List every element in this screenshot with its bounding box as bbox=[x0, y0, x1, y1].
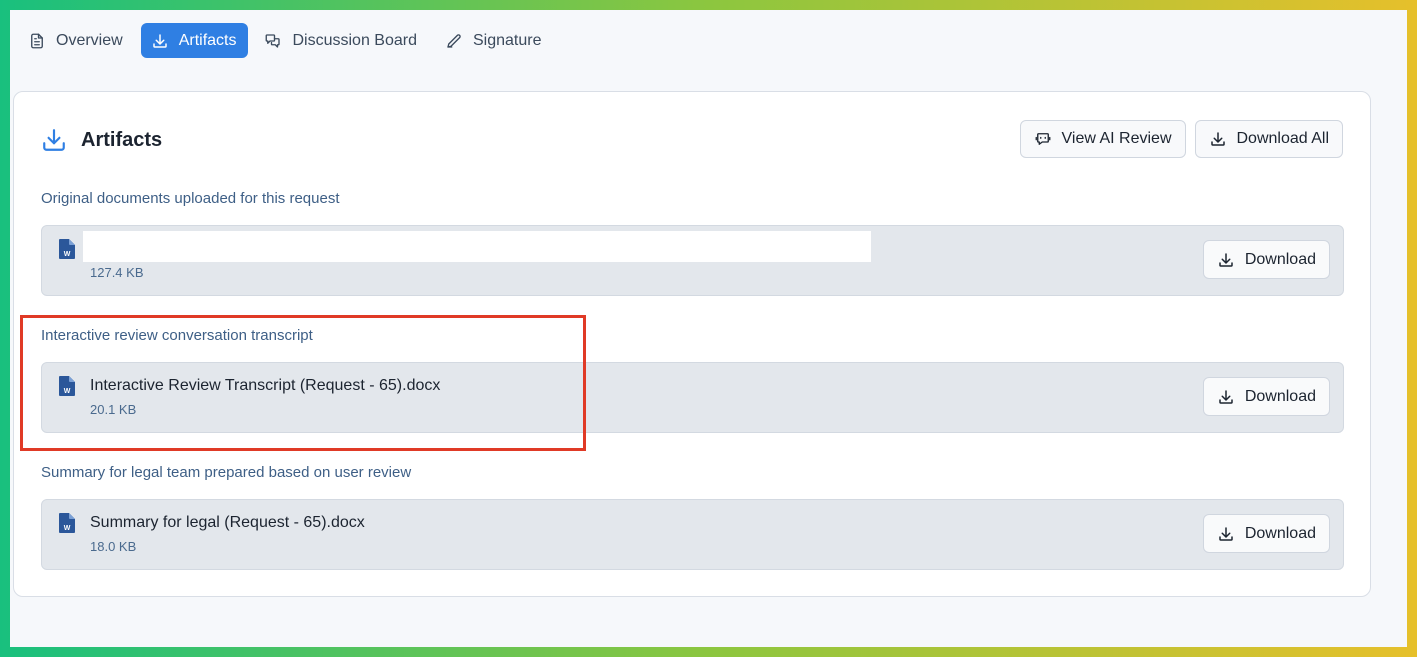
download-all-label: Download All bbox=[1236, 130, 1330, 147]
word-file-icon: W bbox=[59, 376, 75, 396]
download-icon bbox=[1209, 130, 1227, 148]
file-row: W Summary for legal (Request - 65).docx … bbox=[41, 499, 1344, 570]
section-label-transcript: Interactive review conversation transcri… bbox=[41, 327, 313, 344]
download-button[interactable]: Download bbox=[1202, 240, 1330, 279]
tab-bar: Overview Artifacts Discussion Board Sign… bbox=[18, 23, 553, 58]
download-icon bbox=[1217, 388, 1235, 406]
download-icon bbox=[1217, 525, 1235, 543]
file-size: 20.1 KB bbox=[90, 402, 137, 417]
svg-text:W: W bbox=[64, 388, 71, 395]
download-icon bbox=[151, 32, 169, 50]
tab-artifacts-label: Artifacts bbox=[178, 31, 237, 49]
app-frame: Overview Artifacts Discussion Board Sign… bbox=[10, 10, 1407, 647]
card-title: Artifacts bbox=[81, 128, 163, 151]
tab-discussion-board-label: Discussion Board bbox=[292, 31, 417, 49]
section-label-summary: Summary for legal team prepared based on… bbox=[41, 464, 412, 481]
tab-artifacts[interactable]: Artifacts bbox=[140, 23, 249, 58]
bot-chat-icon bbox=[1034, 130, 1052, 148]
document-icon bbox=[28, 32, 46, 50]
file-name: Interactive Review Transcript (Request -… bbox=[90, 377, 441, 394]
card-header: Artifacts bbox=[41, 127, 162, 153]
view-ai-review-button[interactable]: View AI Review bbox=[1019, 120, 1186, 158]
file-size: 18.0 KB bbox=[90, 539, 137, 554]
section-label-original: Original documents uploaded for this req… bbox=[41, 190, 340, 207]
file-name: Summary for legal (Request - 65).docx bbox=[90, 514, 365, 531]
svg-text:W: W bbox=[64, 251, 71, 258]
file-row: W Interactive Review Transcript (Request… bbox=[41, 362, 1344, 433]
download-icon bbox=[41, 127, 67, 153]
artifacts-card: Artifacts View AI Review Download All Or… bbox=[13, 91, 1371, 597]
download-label: Download bbox=[1244, 387, 1316, 405]
file-row: W 127.4 KB Download bbox=[41, 225, 1344, 296]
header-actions: View AI Review Download All bbox=[1019, 120, 1343, 158]
redacted-file-name bbox=[83, 231, 871, 262]
download-icon bbox=[1217, 251, 1235, 269]
tab-overview-label: Overview bbox=[56, 31, 123, 49]
chat-bubbles-icon bbox=[264, 32, 282, 50]
word-file-icon: W bbox=[59, 239, 75, 259]
tab-signature-label: Signature bbox=[472, 31, 542, 49]
tab-overview[interactable]: Overview bbox=[18, 23, 135, 58]
view-ai-review-label: View AI Review bbox=[1061, 130, 1172, 147]
download-all-button[interactable]: Download All bbox=[1194, 120, 1343, 158]
download-label: Download bbox=[1244, 524, 1316, 542]
tab-signature[interactable]: Signature bbox=[435, 23, 554, 58]
word-file-icon: W bbox=[59, 513, 75, 533]
download-button[interactable]: Download bbox=[1202, 377, 1330, 416]
pen-icon bbox=[445, 32, 463, 50]
file-size: 127.4 KB bbox=[90, 265, 144, 280]
download-button[interactable]: Download bbox=[1202, 514, 1330, 553]
tab-discussion-board[interactable]: Discussion Board bbox=[254, 23, 429, 58]
svg-text:W: W bbox=[64, 525, 71, 532]
download-label: Download bbox=[1244, 250, 1316, 268]
